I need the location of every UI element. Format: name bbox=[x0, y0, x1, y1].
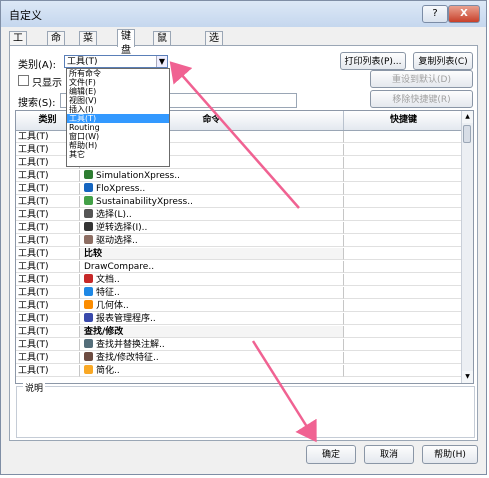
arrow-to-dropdown bbox=[169, 61, 300, 209]
annotation-arrows bbox=[169, 61, 317, 443]
arrow-to-ok bbox=[251, 340, 317, 443]
customize-dialog: 自定义 ? X 工具栏 命令 菜单 键盘 鼠标笔势 选项 类别(A): 工具(T… bbox=[0, 0, 487, 475]
